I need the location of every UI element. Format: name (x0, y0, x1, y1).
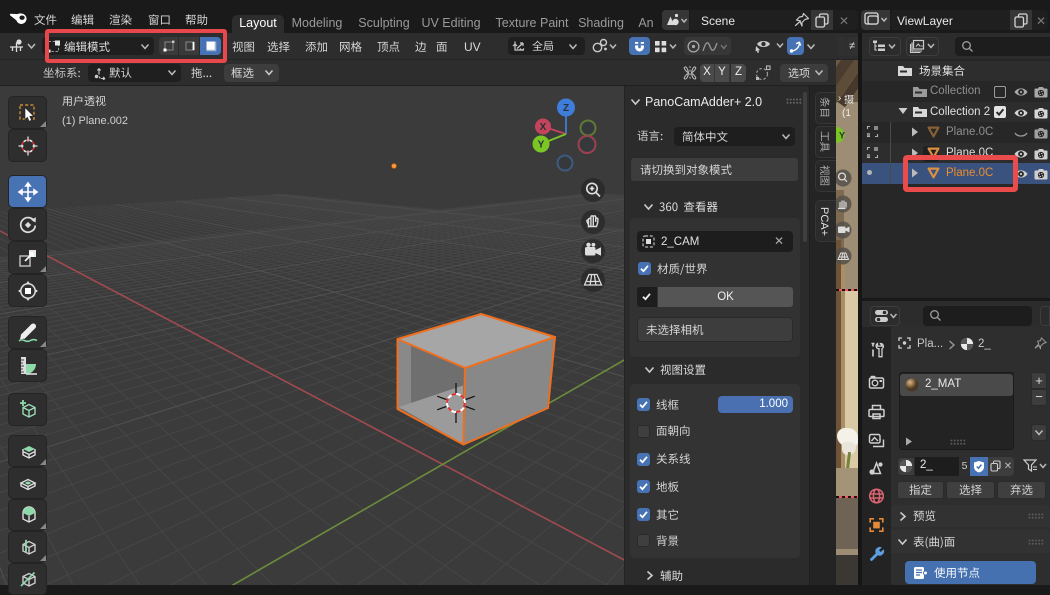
svg-text:Y: Y (839, 131, 845, 141)
svg-text:Z: Z (563, 103, 569, 114)
svg-text:Y: Y (538, 140, 545, 151)
svg-text:X: X (540, 122, 547, 133)
